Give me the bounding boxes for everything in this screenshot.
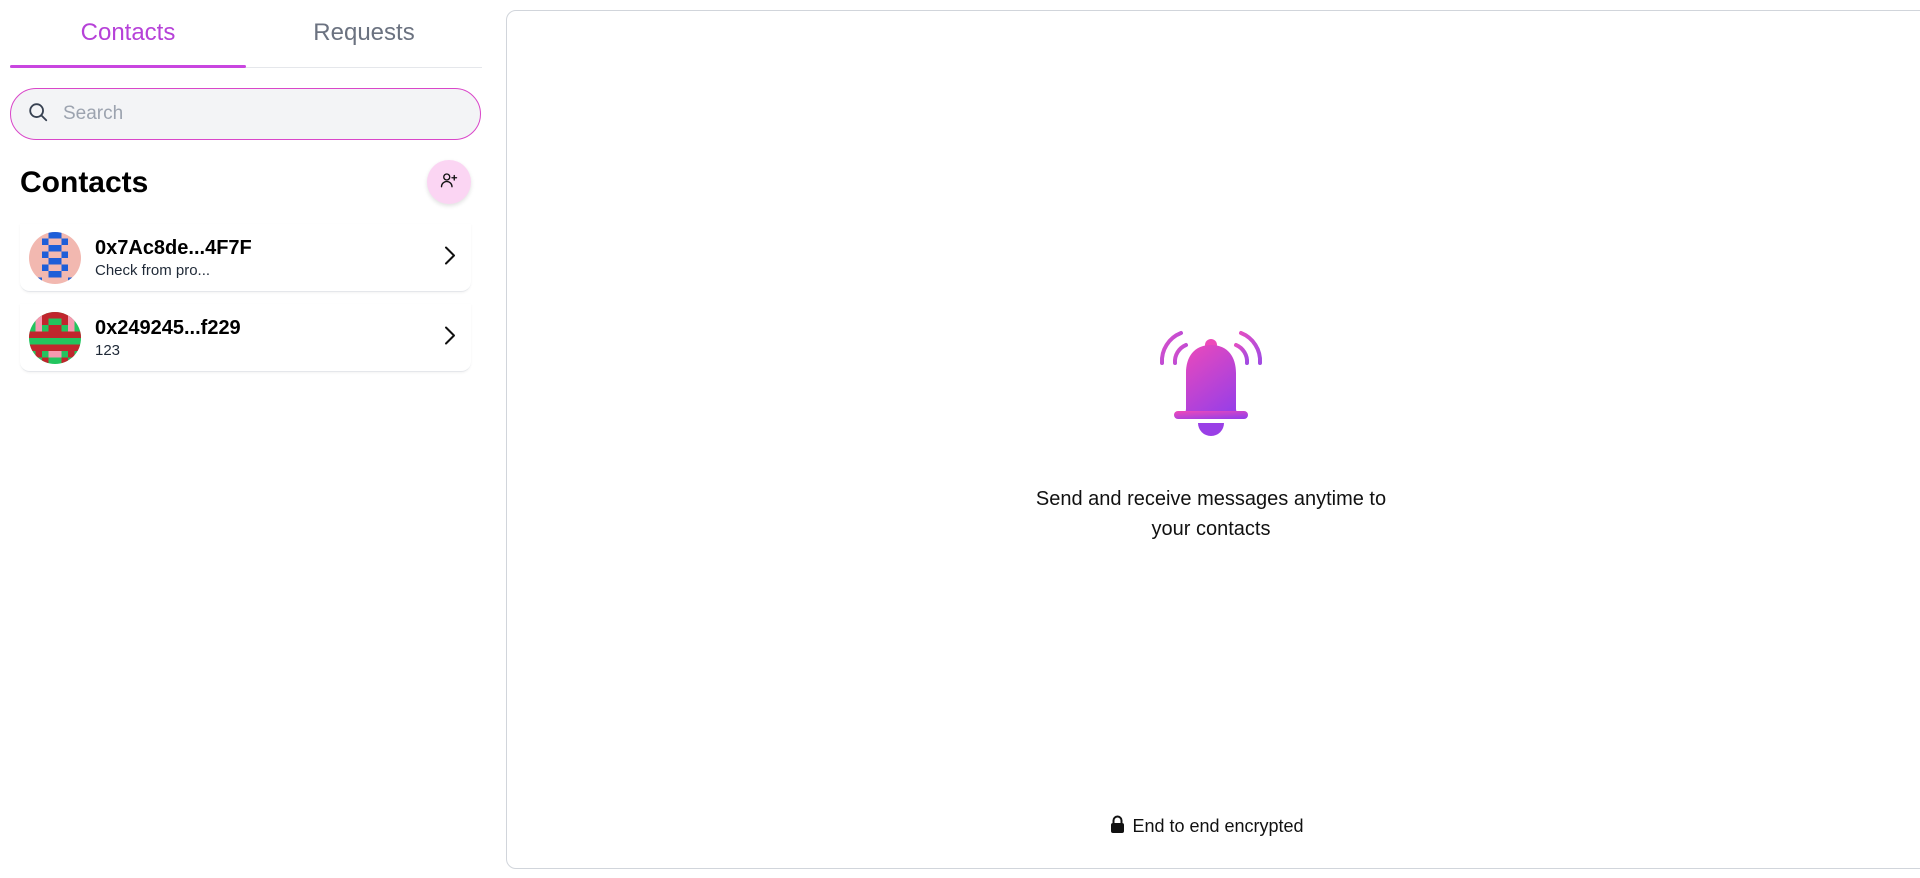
add-contact-button[interactable] [427,160,471,204]
chevron-right-icon [443,244,457,271]
contact-name: 0x7Ac8de...4F7F [95,237,252,259]
contact-text: 0x7Ac8de...4F7F Check from pro... [95,236,252,279]
contact-name: 0x249245...f229 [95,317,241,339]
avatar [29,231,81,284]
conversation-panel: Send and receive messages anytime to you… [506,10,1920,869]
bell-icon [1156,327,1266,448]
empty-state: Send and receive messages anytime to you… [507,327,1915,544]
tab-contacts-label: Contacts [80,18,176,46]
contacts-header: Contacts [20,160,482,206]
tab-contacts[interactable]: Contacts [10,0,246,68]
contact-item[interactable]: 0x249245...f229 123 [20,304,471,372]
empty-state-message: Send and receive messages anytime to you… [1035,488,1387,540]
contact-item[interactable]: 0x7Ac8de...4F7F Check from pro... [20,224,471,292]
tab-bar: Contacts Requests [10,0,482,68]
search-input[interactable] [63,103,443,125]
encryption-text: End to end encrypted [1132,816,1304,836]
tab-requests-label: Requests [313,18,415,46]
contacts-title: Contacts [20,166,149,199]
encryption-notice: End to end encrypted [507,815,1907,838]
sidebar: Contacts Requests Contacts [10,0,482,878]
lock-icon [1110,815,1132,838]
search-box[interactable] [10,88,481,140]
avatar [29,311,81,364]
tab-requests[interactable]: Requests [246,0,482,67]
add-user-icon [440,171,458,194]
contact-preview: 123 [95,342,121,359]
search-icon [27,101,49,128]
contact-list: 0x7Ac8de...4F7F Check from pro... 0x2492… [20,224,471,384]
chevron-right-icon [443,324,457,351]
contact-text: 0x249245...f229 123 [95,316,241,359]
contact-preview: Check from pro... [95,262,211,279]
